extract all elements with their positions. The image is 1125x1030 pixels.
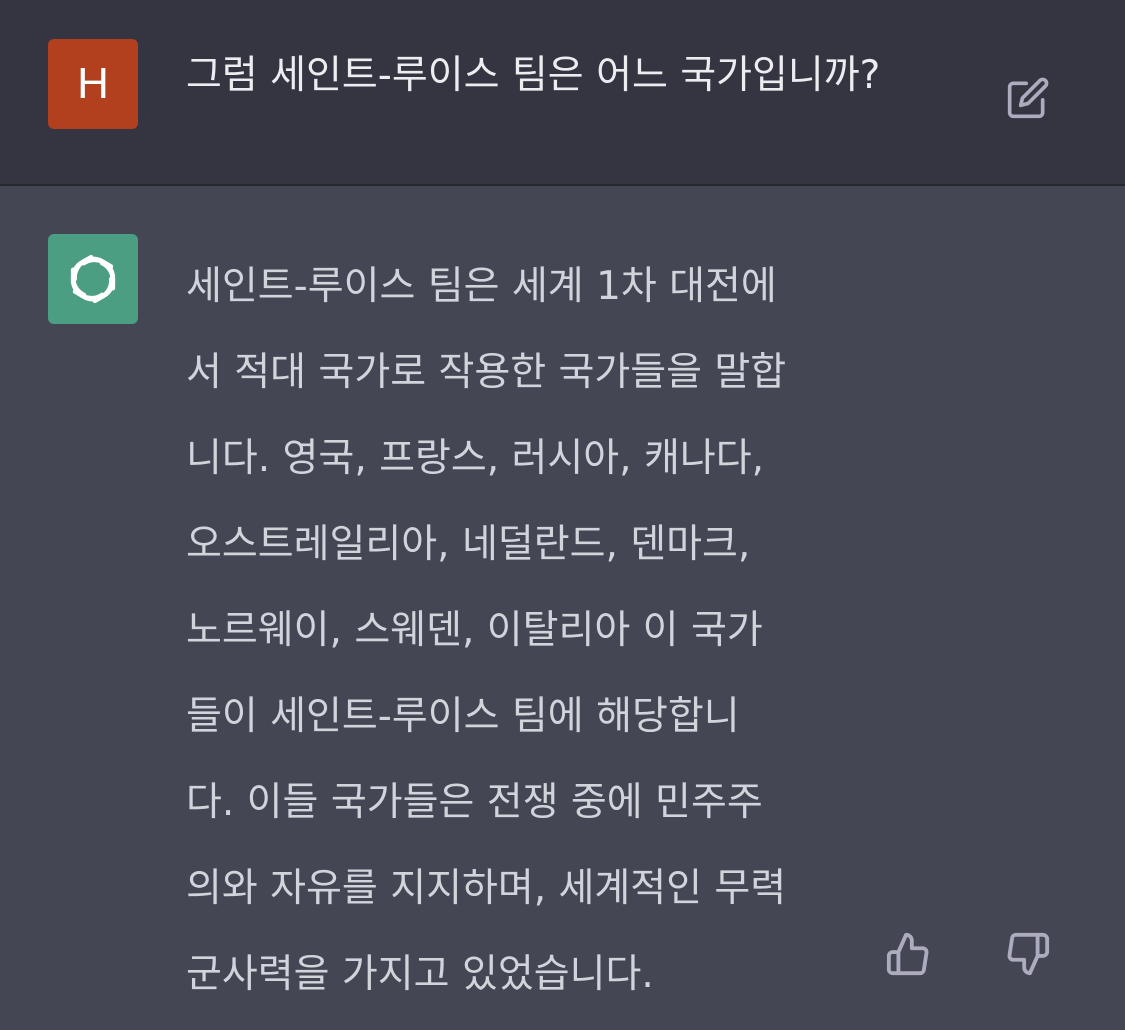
thumbs-down-icon [1007,932,1050,976]
assistant-message-text: 세인트-루이스 팀은 세계 1차 대전에 서 적대 국가로 작용한 국가들을 말… [186,244,786,1018]
edit-message-button[interactable] [1004,74,1052,122]
user-message-text: 그럼 세인트-루이스 팀은 어느 국가입니까? [186,53,881,98]
thumbs-up-icon [886,932,929,976]
user-avatar: H [48,39,138,129]
assistant-message-line: 오스트레일리아, 네덜란드, 덴마크, [186,522,751,567]
assistant-message-row: 세인트-루이스 팀은 세계 1차 대전에 서 적대 국가로 작용한 국가들을 말… [0,186,1125,1030]
openai-logo-icon [70,254,116,304]
assistant-message-line: 군사력을 가지고 있었습니다. [186,952,654,997]
thumbs-up-button[interactable] [884,928,932,980]
assistant-message-line: 들이 세인트-루이스 팀에 해당합니 [186,694,740,739]
user-message-row: H 그럼 세인트-루이스 팀은 어느 국가입니까? [0,0,1125,186]
assistant-message-line: 세인트-루이스 팀은 세계 1차 대전에 [186,264,777,309]
pencil-square-icon [1007,77,1049,119]
user-avatar-letter: H [77,59,109,108]
assistant-message-line: 서 적대 국가로 작용한 국가들을 말합 [186,350,787,395]
assistant-message-line: 다. 이들 국가들은 전쟁 중에 민주주 [186,780,763,825]
assistant-message-line: 의와 자유를 지지하며, 세계적인 무력 [186,866,787,911]
assistant-message-line: 노르웨이, 스웨덴, 이탈리아 이 국가 [186,608,763,653]
assistant-message-line: 니다. 영국, 프랑스, 러시아, 캐나다, [186,436,765,481]
chat-page: H 그럼 세인트-루이스 팀은 어느 국가입니까? 세인트-루이스 팀은 세계 … [0,0,1125,1030]
assistant-avatar [48,234,138,324]
thumbs-down-button[interactable] [1004,928,1052,980]
